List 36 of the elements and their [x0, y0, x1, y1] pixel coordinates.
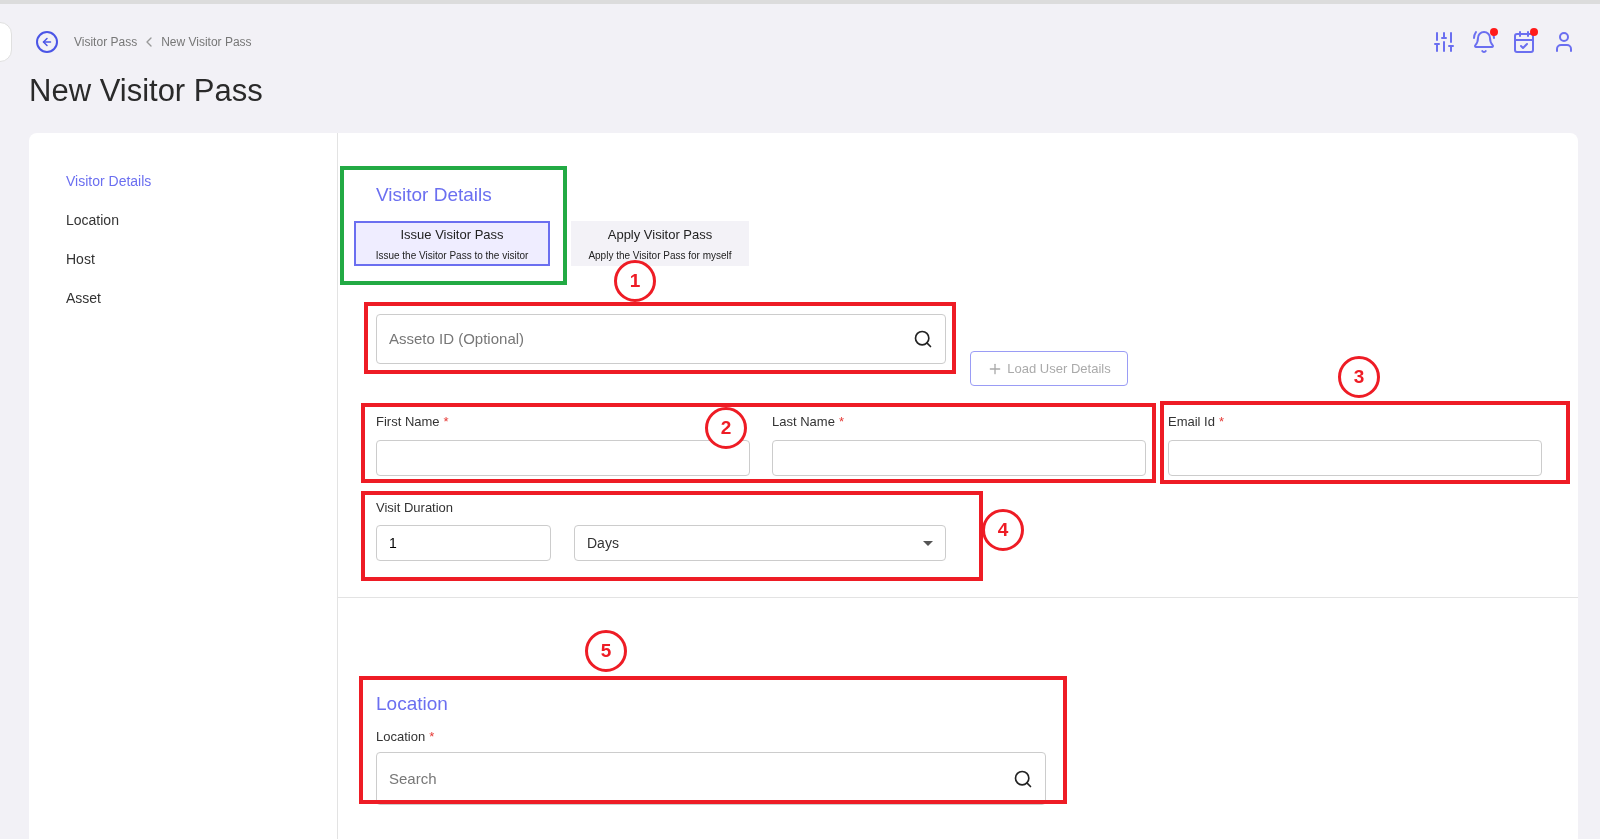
- sidebar-item[interactable]: Host: [66, 248, 337, 270]
- location-search-field[interactable]: Search: [376, 752, 1046, 806]
- search-icon[interactable]: [1013, 768, 1033, 789]
- location-search-input[interactable]: Search: [389, 767, 1013, 790]
- pass-type-tab[interactable]: Apply Visitor Pass Apply the Visitor Pass for myself: [571, 221, 749, 267]
- back-icon[interactable]: [36, 31, 58, 53]
- sidebar-item[interactable]: Location: [66, 209, 337, 231]
- text-field[interactable]: [1168, 439, 1542, 476]
- required-mark: *: [838, 413, 844, 432]
- breadcrumb-current: New Visitor Pass: [161, 34, 252, 51]
- required-mark: *: [443, 413, 449, 432]
- search-icon[interactable]: [913, 329, 933, 350]
- section-heading: Visitor Details: [376, 182, 493, 207]
- asseto-id-field[interactable]: Asseto ID (Optional): [376, 314, 946, 365]
- sidebar-item[interactable]: Asset: [66, 287, 337, 309]
- field-label: Location: [376, 727, 426, 746]
- field-label: Email Id: [1168, 413, 1215, 432]
- required-mark: *: [1218, 413, 1225, 432]
- pass-type-tab[interactable]: Issue Visitor Pass Issue the Visitor Pass to the visitor: [354, 221, 550, 267]
- text-field[interactable]: [772, 439, 1146, 476]
- unit-dropdown[interactable]: Days: [574, 525, 946, 562]
- bell-icon[interactable]: [1472, 30, 1496, 54]
- field-label: Visit Duration: [376, 498, 454, 517]
- field-label: Last Name: [772, 413, 835, 432]
- page-title: New Visitor Pass: [29, 72, 264, 110]
- breadcrumb-link[interactable]: Visitor Pass: [74, 33, 138, 51]
- field-label: First Name: [376, 413, 440, 432]
- sliders-icon[interactable]: [1432, 30, 1456, 54]
- asseto-id-input[interactable]: Asseto ID (Optional): [389, 328, 913, 351]
- dropdown-caret-icon: [923, 540, 933, 546]
- required-mark: *: [429, 727, 435, 746]
- section-heading: Location: [376, 692, 448, 717]
- sidebar-item[interactable]: Visitor Details: [66, 170, 337, 192]
- calendar-check-icon[interactable]: [1512, 30, 1536, 54]
- text-field[interactable]: [376, 439, 750, 476]
- duration-field[interactable]: 1: [376, 525, 551, 562]
